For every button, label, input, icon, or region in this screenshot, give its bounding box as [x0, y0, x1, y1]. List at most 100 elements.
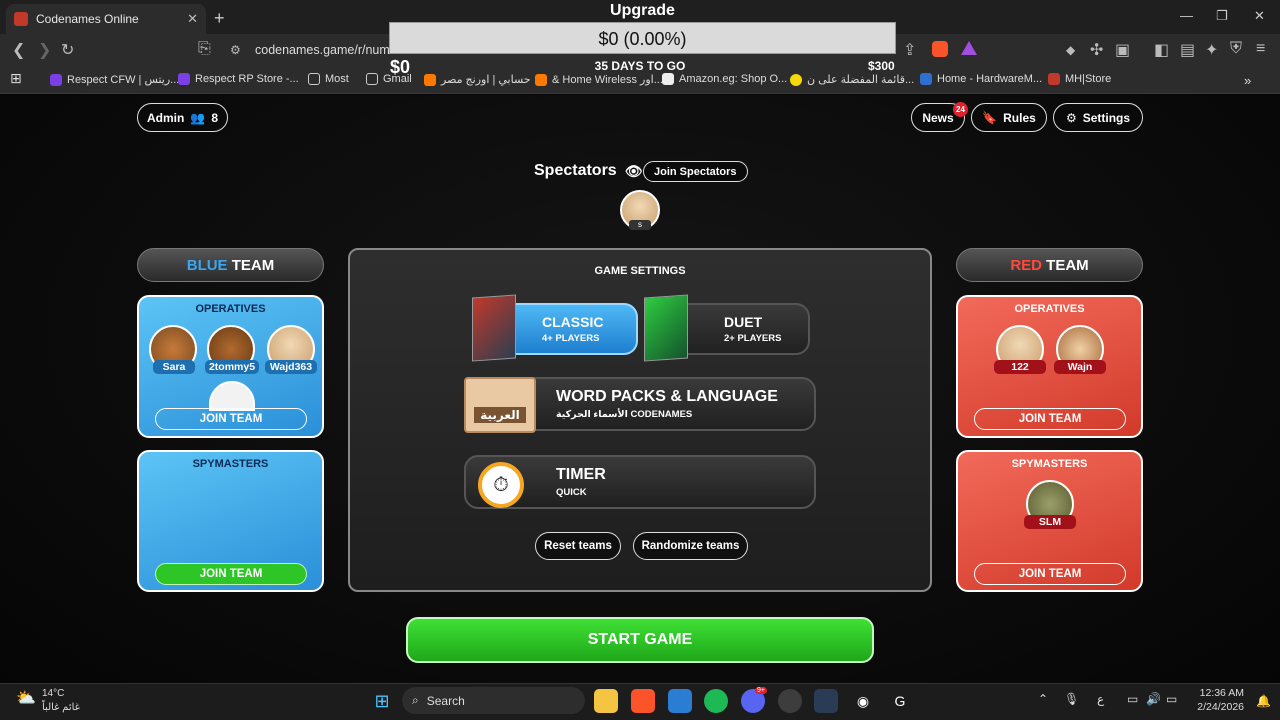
- players-icon: 👥: [190, 110, 206, 125]
- menu-icon[interactable]: ≡: [1256, 40, 1265, 58]
- reload-icon[interactable]: ↻: [61, 40, 74, 60]
- language-card-text: العربية: [474, 407, 526, 423]
- red-join-spymasters-button[interactable]: JOIN TEAM: [974, 563, 1126, 585]
- news-label: News: [922, 110, 954, 125]
- share-icon[interactable]: ⇪: [903, 40, 916, 60]
- bookmark-item[interactable]: قائمة المفضلة على ن...: [790, 73, 914, 86]
- davinci-resolve-icon[interactable]: [814, 689, 838, 713]
- player-name: Sara: [153, 360, 195, 374]
- bookmark-item[interactable]: Home - HardwareM...: [920, 73, 1042, 85]
- game-settings-panel: GAME SETTINGS CLASSIC 4+ PLAYERS DUET 2+…: [348, 248, 932, 592]
- minimize-icon[interactable]: —: [1180, 8, 1193, 23]
- stopwatch-icon: ⏱: [478, 462, 524, 508]
- network-icon[interactable]: ▭: [1127, 692, 1138, 706]
- back-icon[interactable]: ❮: [12, 40, 25, 60]
- show-hidden-icons-icon[interactable]: ⌃: [1038, 692, 1048, 706]
- close-window-icon[interactable]: ✕: [1254, 8, 1265, 24]
- player-name: 2tommy5: [205, 360, 259, 374]
- site-info-icon[interactable]: ⚙: [230, 43, 241, 57]
- address-bar[interactable]: codenames.game/r/numo: [255, 43, 397, 57]
- rules-button[interactable]: 🔖 Rules: [971, 103, 1047, 132]
- bookmark-item[interactable]: حسابي | اورنج مصر: [424, 73, 531, 86]
- hardware-logo-icon: [920, 73, 932, 85]
- extensions-puzzle-icon[interactable]: ✣: [1090, 40, 1103, 60]
- bookmark-item[interactable]: Amazon.eg: Shop O...: [662, 73, 787, 85]
- apps-grid-icon[interactable]: ⊞: [10, 70, 22, 87]
- close-tab-icon[interactable]: ✕: [187, 11, 198, 27]
- join-spectators-button[interactable]: Join Spectators: [643, 161, 748, 182]
- upgrade-progress-bar: $0 (0.00%): [389, 22, 896, 54]
- browser-tab[interactable]: Codenames Online ✕: [6, 4, 206, 34]
- tab-title: Codenames Online: [36, 12, 139, 26]
- logitech-icon[interactable]: G: [888, 689, 912, 713]
- battery-icon[interactable]: ▭: [1166, 692, 1177, 706]
- player-name: 122: [994, 360, 1046, 374]
- taskbar-search[interactable]: ⌕ Search: [402, 687, 585, 714]
- vpn-icon[interactable]: ⛨: [1230, 40, 1242, 58]
- weather-icon[interactable]: ⛅: [16, 688, 36, 708]
- bookmark-item[interactable]: Respect RP Store -...: [178, 73, 299, 85]
- gear-icon: ⚙: [1065, 110, 1077, 125]
- file-explorer-icon[interactable]: [594, 689, 618, 713]
- input-language[interactable]: ع: [1097, 692, 1104, 706]
- spotify-icon[interactable]: [704, 689, 728, 713]
- bookmark-item[interactable]: Respect CFW | ريتس...: [50, 73, 179, 86]
- bookmark-page-icon[interactable]: ⎘: [198, 40, 211, 58]
- bookmark-item[interactable]: MH|Store: [1048, 73, 1111, 85]
- blue-operatives-panel: OPERATIVES Sara 2tommy5 Wajd363 JOIN TEA…: [137, 295, 324, 438]
- wallet-icon[interactable]: ▤: [1180, 40, 1195, 60]
- player-name: Wajd363: [265, 360, 317, 374]
- screenshot-icon[interactable]: ▣: [1115, 40, 1130, 60]
- language-card-icon: العربية: [464, 377, 536, 433]
- bookmark-favicon-icon: [178, 73, 190, 85]
- blue-spymasters-panel: SPYMASTERS JOIN TEAM: [137, 450, 324, 592]
- team-word: TEAM: [227, 256, 275, 274]
- more-bookmarks-icon[interactable]: »: [1244, 73, 1251, 88]
- team-word: TEAM: [1042, 256, 1089, 274]
- microphone-icon[interactable]: 🎙: [1064, 692, 1079, 706]
- spectators-heading: Spectators 👁: [534, 162, 642, 180]
- blue-join-spymasters-button[interactable]: JOIN TEAM: [155, 563, 307, 585]
- player-name: Wajn: [1054, 360, 1106, 374]
- game-settings-title: GAME SETTINGS: [594, 265, 686, 277]
- brave-browser-icon[interactable]: [631, 689, 655, 713]
- brave-rewards-icon[interactable]: [961, 41, 977, 55]
- folder-icon: [308, 73, 320, 85]
- forward-icon[interactable]: ❯: [38, 40, 51, 60]
- snowman-avatar: [209, 381, 255, 411]
- windows-start-icon[interactable]: ⊞: [370, 689, 394, 713]
- bookmark-item[interactable]: & Home Wireless اور...: [535, 73, 663, 86]
- spectator-name: s: [629, 220, 651, 230]
- sidebar-icon[interactable]: ◧: [1154, 40, 1169, 60]
- admin-button[interactable]: Admin 👥 8: [137, 103, 228, 132]
- volume-icon[interactable]: 🔊: [1146, 692, 1161, 706]
- bookmark-folder[interactable]: Most: [308, 73, 349, 85]
- extension-icon[interactable]: ◆: [1066, 43, 1075, 57]
- blue-team-header: BLUE TEAM: [137, 248, 324, 282]
- clock-time[interactable]: 12:36 AM: [1196, 687, 1244, 699]
- classic-players: 4+ PLAYERS: [542, 333, 600, 344]
- rules-label: Rules: [1003, 110, 1036, 125]
- settings-button[interactable]: ⚙ Settings: [1053, 103, 1143, 132]
- new-tab-icon[interactable]: +: [214, 8, 225, 29]
- search-icon: ⌕: [412, 693, 419, 707]
- start-game-button[interactable]: START GAME: [406, 617, 874, 663]
- steam-icon[interactable]: ◉: [851, 689, 875, 713]
- operatives-label: OPERATIVES: [1014, 303, 1085, 315]
- operatives-label: OPERATIVES: [195, 303, 266, 315]
- clock-date[interactable]: 2/24/2026: [1190, 701, 1244, 713]
- orange-logo-icon: [424, 73, 436, 86]
- maximize-icon[interactable]: ❐: [1216, 8, 1228, 24]
- red-join-operatives-button[interactable]: JOIN TEAM: [974, 408, 1126, 430]
- smiley-logo-icon: [790, 73, 802, 86]
- obs-icon[interactable]: [778, 689, 802, 713]
- notifications-icon[interactable]: 🔔: [1256, 694, 1271, 708]
- randomize-teams-button[interactable]: Randomize teams: [633, 532, 748, 560]
- blue-join-operatives-button[interactable]: JOIN TEAM: [155, 408, 307, 430]
- microsoft-store-icon[interactable]: [668, 689, 692, 713]
- leo-ai-icon[interactable]: ✦: [1205, 40, 1218, 60]
- brave-shields-icon[interactable]: [932, 41, 948, 57]
- reset-teams-button[interactable]: Reset teams: [535, 532, 621, 560]
- upgrade-title: Upgrade: [610, 2, 675, 19]
- spectators-label: Spectators: [534, 162, 617, 179]
